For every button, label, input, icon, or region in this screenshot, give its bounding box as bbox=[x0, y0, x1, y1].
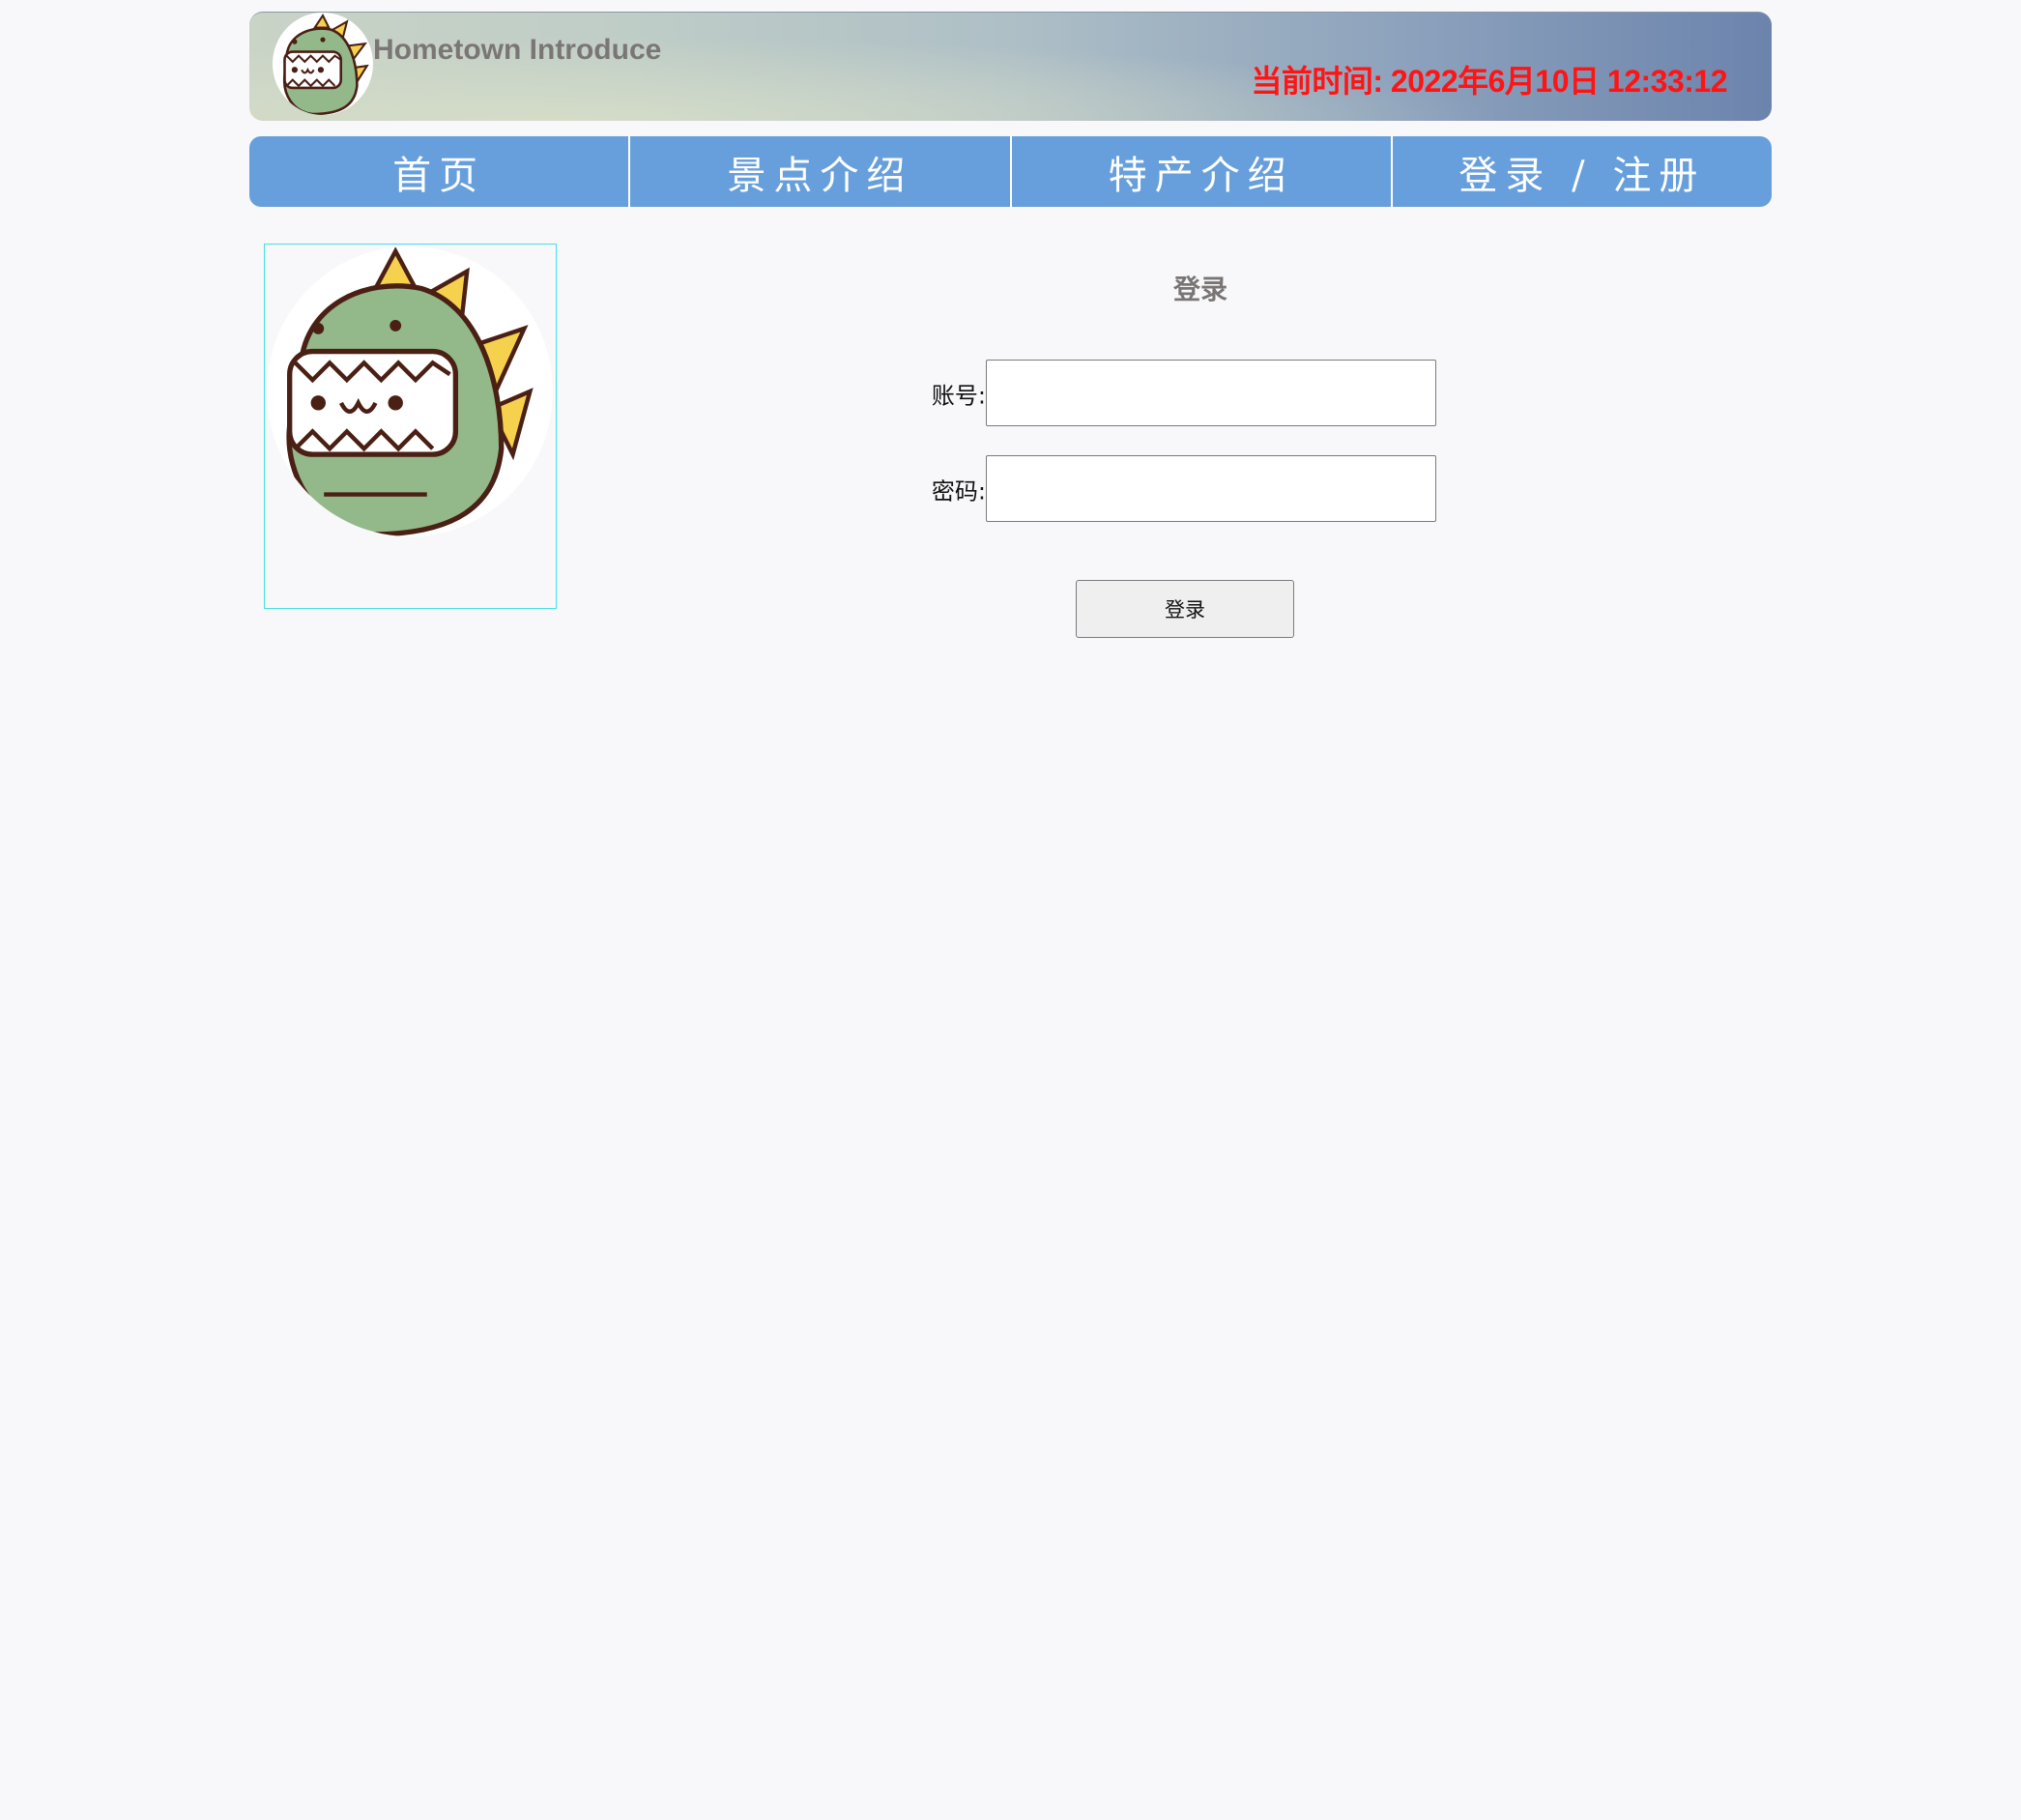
avatar-box bbox=[264, 244, 557, 609]
password-input[interactable] bbox=[986, 455, 1436, 522]
nav-item-home[interactable]: 首页 bbox=[249, 136, 629, 207]
password-label: 密码: bbox=[931, 477, 986, 505]
main-nav: 首页 景点介绍 特产介绍 登录 / 注册 bbox=[249, 136, 1772, 207]
dinosaur-logo-icon bbox=[273, 13, 373, 115]
login-title: 登录 bbox=[1172, 274, 1227, 305]
account-label: 账号: bbox=[931, 382, 986, 409]
site-title: Hometown Introduce bbox=[373, 34, 662, 66]
current-time: 当前时间: 2022年6月10日 12:33:12 bbox=[1251, 64, 1727, 99]
page: Hometown Introduce 当前时间: 2022年6月10日 12:3… bbox=[0, 0, 2021, 1820]
nav-item-attractions[interactable]: 景点介绍 bbox=[630, 136, 1010, 207]
login-submit-button[interactable]: 登录 bbox=[1076, 580, 1294, 638]
password-row: 密码: bbox=[870, 455, 1450, 522]
account-input[interactable] bbox=[986, 360, 1436, 426]
nav-item-specialties[interactable]: 特产介绍 bbox=[1011, 136, 1391, 207]
dinosaur-avatar-icon bbox=[267, 246, 553, 536]
account-row: 账号: bbox=[870, 360, 1450, 426]
nav-item-login-register[interactable]: 登录 / 注册 bbox=[1392, 136, 1772, 207]
header-banner: Hometown Introduce 当前时间: 2022年6月10日 12:3… bbox=[249, 12, 1772, 121]
